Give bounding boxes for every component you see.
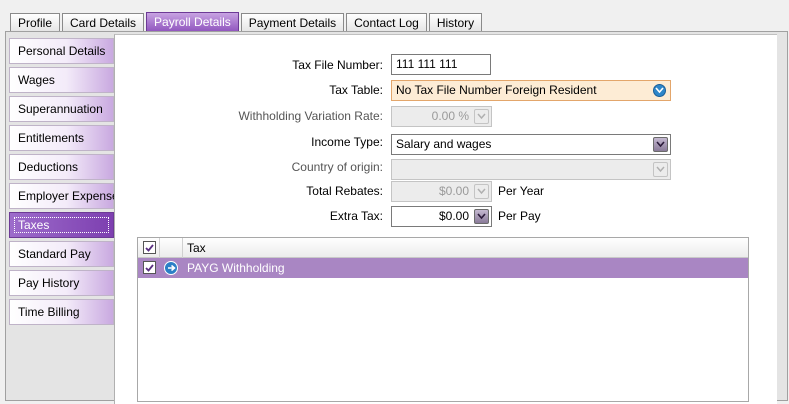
header-action-cell [160,238,183,258]
sidebar-item-standard-pay[interactable]: Standard Pay [9,241,114,267]
tax-table-label: Tax Table: [329,83,383,97]
extra-tax-value: $0.00 [438,209,469,223]
payroll-sidebar: Personal Details Wages Superannuation En… [9,38,125,328]
sidebar-item-employer-expenses[interactable]: Employer Expenses [9,183,125,209]
tab-payroll-details-label: Payroll Details [154,15,231,29]
country-label: Country of origin: [291,160,383,174]
sidebar-item-label: Employer Expenses [18,189,125,203]
sidebar-item-wages[interactable]: Wages [9,67,114,93]
rebates-value: $0.00 [438,184,469,198]
sidebar-item-label: Standard Pay [18,247,91,261]
card-tabs: Profile Card Details Payroll Details Pay… [10,12,484,32]
employee-card-window: Profile Card Details Payroll Details Pay… [0,0,789,404]
sidebar-item-superannuation[interactable]: Superannuation [9,96,114,122]
table-row[interactable]: PAYG Withholding [138,258,748,278]
income-type-value: Salary and wages [396,137,492,151]
chevron-down-icon[interactable] [653,162,668,177]
header-tax[interactable]: Tax [183,238,748,258]
income-type-label: Income Type: [311,135,383,149]
tfn-value: 111 111 111 [396,57,458,71]
rebates-field[interactable]: $0.00 [391,181,492,202]
sidebar-item-label: Time Billing [18,305,80,319]
arrow-right-icon[interactable] [164,261,178,275]
extra-tax-field[interactable]: $0.00 [391,206,492,227]
row-tax-name: PAYG Withholding [187,261,285,275]
chevron-down-icon[interactable] [474,109,489,124]
sidebar-item-label: Entitlements [18,131,85,145]
chevron-down-icon[interactable] [474,209,489,224]
grid-header: Tax [138,238,748,258]
extra-tax-suffix: Per Pay [498,209,541,223]
sidebar-item-time-billing[interactable]: Time Billing [9,299,114,325]
row-check-cell [138,258,160,278]
row-checkbox[interactable] [143,261,156,274]
tax-table-value: No Tax File Number Foreign Resident [396,83,597,97]
sidebar-item-pay-history[interactable]: Pay History [9,270,114,296]
extra-tax-label: Extra Tax: [329,209,383,223]
chevron-down-icon[interactable] [653,137,668,152]
tab-profile[interactable]: Profile [10,13,61,32]
sidebar-item-label: Pay History [18,276,80,290]
withholding-field[interactable]: 0.00 % [391,106,492,127]
taxes-grid: Tax PAYG Withholding [137,237,749,402]
country-select[interactable] [391,159,671,180]
tab-contact-log[interactable]: Contact Log [346,13,427,32]
rebates-label: Total Rebates: [306,184,383,198]
tfn-label: Tax File Number: [292,58,383,72]
tab-history[interactable]: History [428,13,483,32]
tab-payment-details-label: Payment Details [248,16,337,30]
tab-history-label: History [436,16,475,30]
rebates-suffix: Per Year [498,184,545,198]
header-check-cell [138,238,160,258]
sidebar-item-deductions[interactable]: Deductions [9,154,114,180]
sidebar-item-taxes[interactable]: Taxes [9,212,114,238]
tab-contact-log-label: Contact Log [354,16,419,30]
tab-card-details[interactable]: Card Details [62,13,145,32]
sidebar-item-label: Superannuation [18,102,103,116]
sidebar-item-label: Wages [18,73,55,87]
sidebar-item-label: Deductions [18,160,79,174]
sidebar-item-entitlements[interactable]: Entitlements [9,125,114,151]
withholding-value: 0.00 % [431,109,469,123]
withholding-label: Withholding Variation Rate: [238,109,383,123]
tfn-field[interactable]: 111 111 111 [391,54,491,75]
chevron-down-icon[interactable] [653,84,666,97]
tab-payment-details[interactable]: Payment Details [240,13,345,32]
income-type-select[interactable]: Salary and wages [391,134,671,155]
chevron-down-icon[interactable] [474,184,489,199]
tab-payroll-details[interactable]: Payroll Details [146,12,239,32]
tax-table-field[interactable]: No Tax File Number Foreign Resident [391,80,671,101]
tab-profile-label: Profile [18,16,53,30]
select-all-checkbox[interactable] [143,241,156,254]
sidebar-item-label: Taxes [18,218,50,232]
sidebar-item-personal-details[interactable]: Personal Details [9,38,114,64]
tab-card-details-label: Card Details [70,16,137,30]
sidebar-item-label: Personal Details [18,44,106,58]
